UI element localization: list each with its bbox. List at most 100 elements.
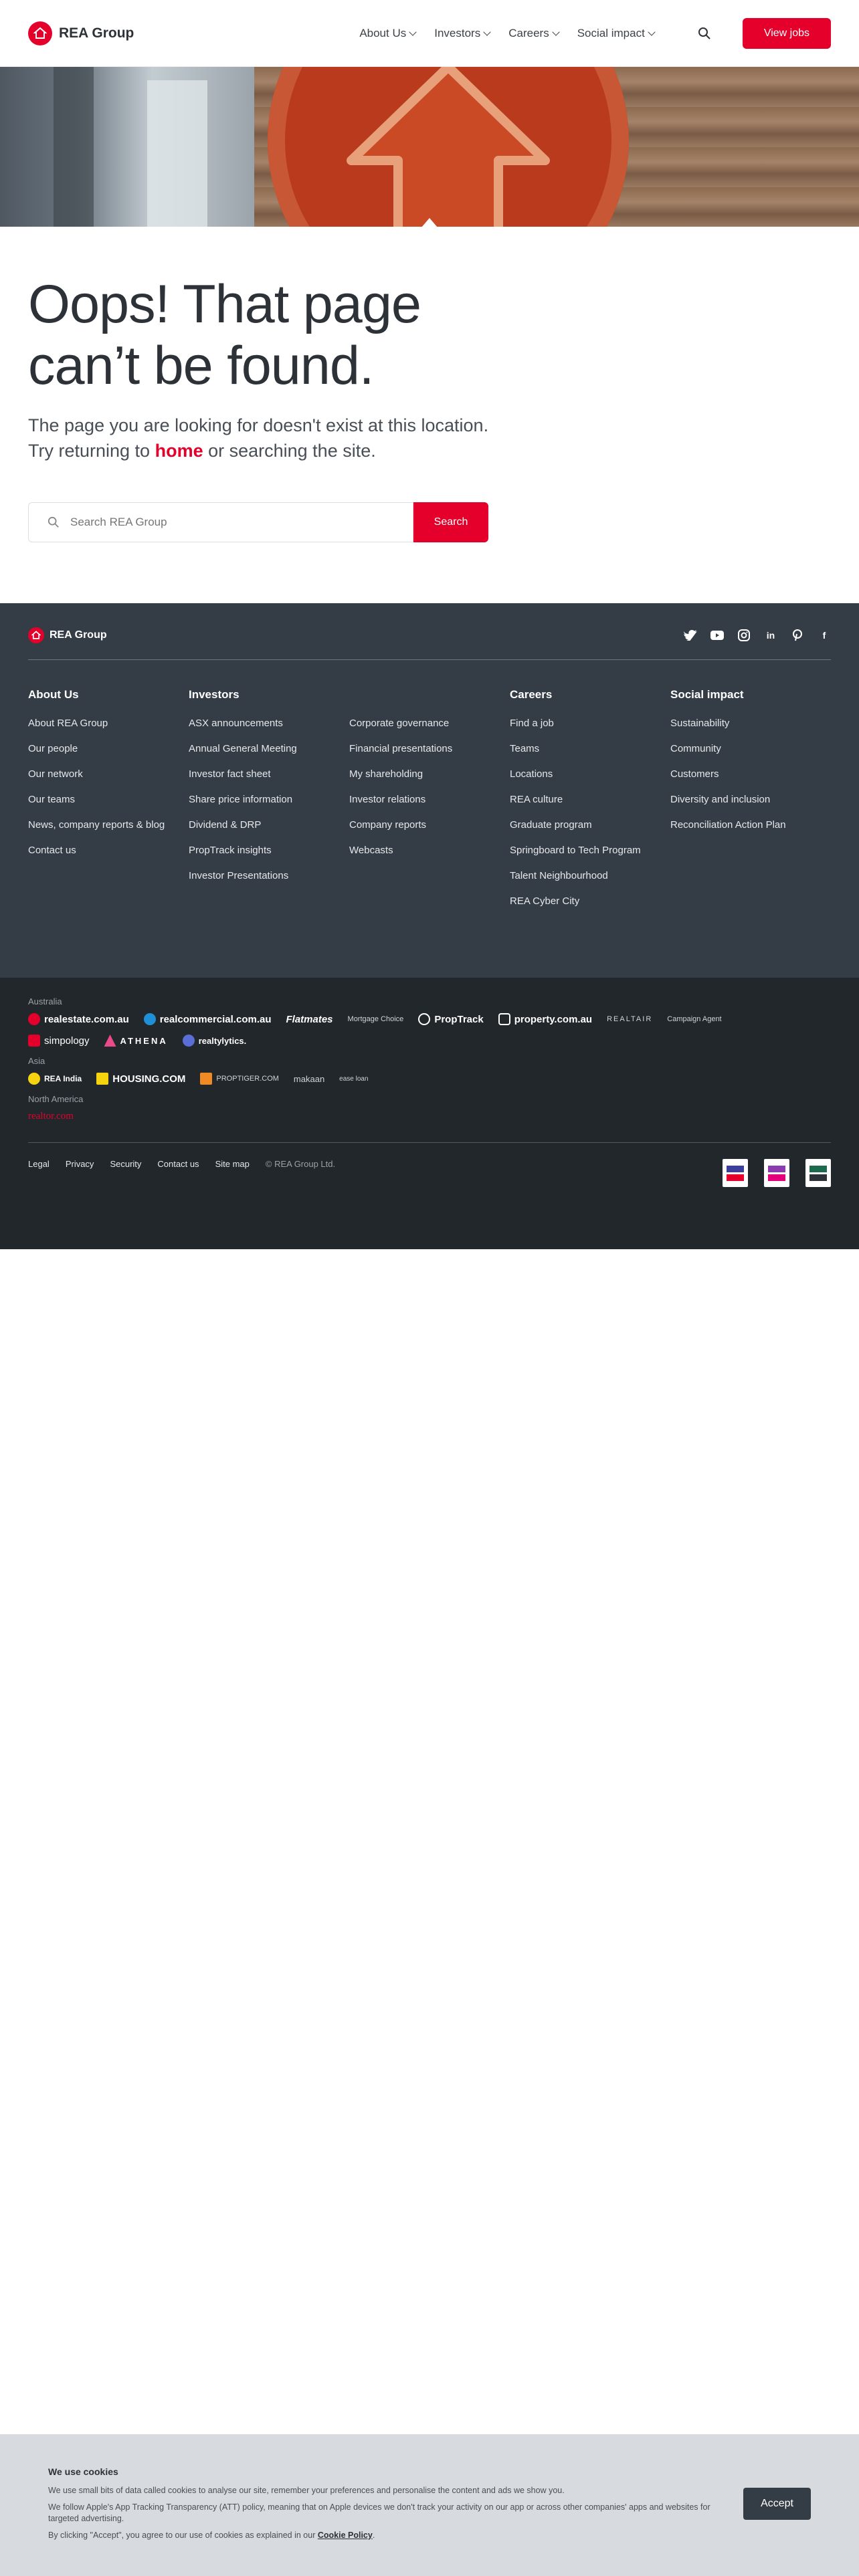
- brand-logo[interactable]: REA Group: [28, 21, 134, 45]
- brand-label: realcommercial.com.au: [159, 1013, 272, 1025]
- footer-top: REA Group in f: [28, 627, 831, 660]
- search-input[interactable]: [70, 516, 338, 529]
- brand-realtor[interactable]: realtor.com: [28, 1111, 74, 1122]
- view-jobs-button[interactable]: View jobs: [742, 17, 831, 49]
- certification-badge-icon: [805, 1159, 831, 1187]
- brand-athena[interactable]: ATHENA: [104, 1035, 168, 1047]
- footer-link[interactable]: Investor fact sheet: [189, 768, 349, 780]
- footer-heading[interactable]: Careers: [510, 688, 670, 702]
- region-label: Asia: [28, 1056, 45, 1066]
- footer-link[interactable]: Customers: [670, 768, 831, 780]
- brand-row-australia-2: simpology ATHENA realtylytics.: [28, 1035, 831, 1047]
- brand-rea-india[interactable]: REA India: [28, 1073, 82, 1085]
- privacy-link[interactable]: Privacy: [66, 1159, 94, 1169]
- twitter-icon[interactable]: [684, 629, 697, 642]
- nav-about-us[interactable]: About Us: [359, 27, 417, 40]
- simpology-logo-icon: [28, 1035, 40, 1047]
- footer-link[interactable]: Reconciliation Action Plan: [670, 819, 831, 831]
- brand-simpology[interactable]: simpology: [28, 1035, 90, 1047]
- brand-proptiger[interactable]: PROPTIGER.COM: [200, 1073, 279, 1085]
- legal-link[interactable]: Legal: [28, 1159, 50, 1169]
- footer-link[interactable]: REA culture: [510, 794, 670, 806]
- brand-mortgage-choice[interactable]: Mortgage Choice: [348, 1015, 404, 1023]
- search-icon[interactable]: [694, 23, 714, 43]
- footer-link[interactable]: Investor Presentations: [189, 870, 349, 882]
- brand-name: REA Group: [59, 25, 134, 41]
- facebook-icon[interactable]: f: [818, 629, 831, 642]
- brand-label: simpology: [44, 1035, 90, 1047]
- site-map-link[interactable]: Site map: [215, 1159, 250, 1169]
- brand-realtair[interactable]: REALTAIR: [607, 1015, 652, 1023]
- brand-campaign-agent[interactable]: Campaign Agent: [667, 1015, 721, 1023]
- brand-realestate[interactable]: realestate.com.au: [28, 1013, 129, 1025]
- footer-link[interactable]: News, company reports & blog: [28, 819, 189, 831]
- footer-link[interactable]: Diversity and inclusion: [670, 794, 831, 806]
- search-field[interactable]: [28, 502, 413, 542]
- footer-link[interactable]: Investor relations: [349, 794, 510, 806]
- footer-heading[interactable]: Social impact: [670, 688, 831, 702]
- brand-flatmates[interactable]: Flatmates: [286, 1014, 333, 1025]
- footer-heading[interactable]: Investors: [189, 688, 349, 702]
- footer-link[interactable]: Locations: [510, 768, 670, 780]
- footer-link[interactable]: ASX announcements: [189, 718, 349, 730]
- site-search: Search: [28, 502, 488, 542]
- nav-investors[interactable]: Investors: [434, 26, 491, 40]
- brand-proptrack[interactable]: PropTrack: [418, 1013, 484, 1025]
- brand-property[interactable]: property.com.au: [498, 1013, 592, 1025]
- footer-link[interactable]: Corporate governance: [349, 718, 510, 730]
- rea-india-logo-icon: [28, 1073, 40, 1085]
- housing-logo-icon: [96, 1073, 109, 1085]
- footer-link[interactable]: Our network: [28, 768, 189, 780]
- cookie-policy-link[interactable]: Cookie Policy: [318, 2531, 373, 2540]
- footer-link[interactable]: Annual General Meeting: [189, 743, 349, 755]
- footer-link[interactable]: Springboard to Tech Program: [510, 845, 670, 857]
- footer-link[interactable]: Find a job: [510, 718, 670, 730]
- footer-link[interactable]: Webcasts: [349, 845, 510, 857]
- proptrack-logo-icon: [418, 1013, 431, 1025]
- footer-link[interactable]: Talent Neighbourhood: [510, 870, 670, 882]
- footer-link[interactable]: Sustainability: [670, 718, 831, 730]
- search-icon: [47, 516, 59, 528]
- footer-link[interactable]: Teams: [510, 743, 670, 755]
- footer-link[interactable]: PropTrack insights: [189, 845, 349, 857]
- footer-link[interactable]: About REA Group: [28, 718, 189, 730]
- footer-link[interactable]: Financial presentations: [349, 743, 510, 755]
- contact-link[interactable]: Contact us: [157, 1159, 199, 1169]
- office-interior: [0, 67, 254, 227]
- footer-link[interactable]: Dividend & DRP: [189, 819, 349, 831]
- footer-heading[interactable]: About Us: [28, 688, 189, 702]
- pinterest-icon[interactable]: [791, 629, 804, 642]
- youtube-icon[interactable]: [710, 629, 724, 642]
- nav-careers[interactable]: Careers: [508, 27, 560, 40]
- nav-social-impact[interactable]: Social impact: [577, 27, 656, 40]
- footer-link[interactable]: My shareholding: [349, 768, 510, 780]
- footer-link[interactable]: Share price information: [189, 794, 349, 806]
- legal-bar: Legal Privacy Security Contact us Site m…: [28, 1142, 831, 1187]
- brand-realtylytics[interactable]: realtylytics.: [182, 1035, 246, 1047]
- search-button[interactable]: Search: [413, 502, 488, 542]
- brand-housing[interactable]: HOUSING.COM: [96, 1073, 185, 1085]
- footer-link[interactable]: Company reports: [349, 819, 510, 831]
- footer-link[interactable]: Contact us: [28, 845, 189, 857]
- brand-label: HOUSING.COM: [112, 1073, 186, 1085]
- security-link[interactable]: Security: [110, 1159, 141, 1169]
- footer-link[interactable]: Community: [670, 743, 831, 755]
- footer-link[interactable]: Graduate program: [510, 819, 670, 831]
- brand-makaan[interactable]: makaan: [294, 1074, 324, 1084]
- instagram-icon[interactable]: [737, 629, 751, 642]
- footer-link[interactable]: REA Cyber City: [510, 895, 670, 907]
- home-link[interactable]: home: [155, 441, 203, 461]
- footer-col-about: About Us About REA Group Our people Our …: [28, 688, 189, 921]
- accept-cookies-button[interactable]: Accept: [743, 2488, 811, 2520]
- footer-brand-logo[interactable]: REA Group: [28, 627, 107, 643]
- cookie-banner: We use cookies We use small bits of data…: [0, 2434, 859, 2576]
- footer-link[interactable]: Our teams: [28, 794, 189, 806]
- legal-links: Legal Privacy Security Contact us Site m…: [28, 1159, 335, 1169]
- footer-link[interactable]: Our people: [28, 743, 189, 755]
- brand-ease-loan[interactable]: ease loan: [339, 1075, 368, 1083]
- linkedin-icon[interactable]: in: [764, 629, 777, 642]
- nav-label: Investors: [434, 26, 481, 39]
- brand-row-north-america: realtor.com: [28, 1111, 831, 1122]
- not-found-content: Oops! That page can’t be found. The page…: [0, 227, 859, 603]
- brand-realcommercial[interactable]: realcommercial.com.au: [143, 1013, 272, 1025]
